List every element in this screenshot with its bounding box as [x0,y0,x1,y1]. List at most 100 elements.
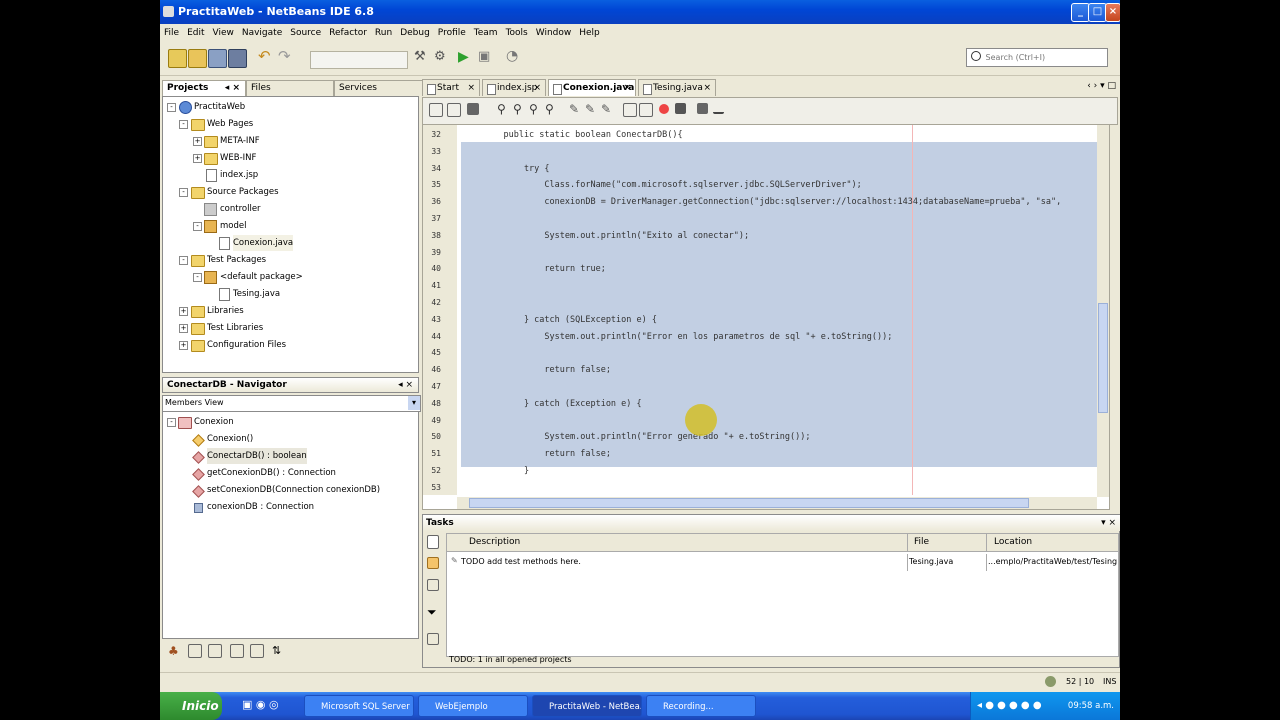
view-icon[interactable] [188,644,202,658]
tree-node-project[interactable]: - PractitaWeb [163,99,413,115]
scroll-thumb[interactable] [1098,303,1108,413]
navigator-close-icon[interactable]: ◂ × [398,378,413,392]
hscroll-thumb[interactable] [469,498,1029,508]
code-editor[interactable]: 32 public static boolean ConectarDB(){33… [422,125,1110,510]
tree-node-conexion-java[interactable]: Conexion.java [163,235,413,251]
nav-member[interactable]: getConexionDB() : Connection [163,465,413,481]
menu-edit[interactable]: Edit [183,24,208,42]
toggle-bookmark-icon[interactable]: ✎ [601,102,618,119]
new-project-icon[interactable] [188,49,207,68]
tab-files[interactable]: Files [246,80,334,96]
run-icon[interactable]: ▶ [458,49,475,66]
menu-debug[interactable]: Debug [396,24,434,42]
comment-icon[interactable] [697,103,708,114]
tree-node-configuration-files[interactable]: + Configuration Files [163,337,413,353]
filter-icon[interactable]: ⏷ [427,605,444,622]
taskbar-button-sql[interactable]: Microsoft SQL Server ... [304,695,414,717]
close-tab-icon[interactable]: × [623,80,631,97]
record-macro-icon[interactable] [659,104,669,114]
all-tasks-icon[interactable] [427,557,439,569]
close-tab-icon[interactable]: × [533,80,541,97]
fields-icon[interactable] [208,644,222,658]
tab-start-page[interactable]: Start Page× [422,79,480,110]
tab-services[interactable]: Services [334,80,424,96]
tab-conexion-java[interactable]: Conexion.java × [548,79,636,96]
vertical-scrollbar[interactable] [1097,125,1109,497]
taskbar-button-netbeans[interactable]: PractitaWeb - NetBea... [532,695,642,717]
minimize-icon[interactable]: ◂ × [225,81,240,96]
column-location[interactable]: Location [994,537,1032,547]
group-icon[interactable] [427,579,439,591]
menu-window[interactable]: Window [532,24,576,42]
tab-nav-icons[interactable]: ‹ › ▾ □ [1087,81,1116,91]
collapse-icon[interactable]: - [179,188,188,197]
redo-icon[interactable]: ↷ [278,49,295,66]
menu-file[interactable]: File [160,24,183,42]
collapse-icon[interactable]: - [167,103,176,112]
toggle-highlight-icon[interactable]: ⚲ [545,102,562,119]
source-history-icon[interactable] [429,103,443,117]
nav-member[interactable]: ConectarDB() : boolean [163,448,413,464]
expand-icon[interactable]: + [179,341,188,350]
static-icon[interactable] [230,644,244,658]
tree-node-source-packages[interactable]: - Source Packages [163,184,413,200]
tray-icons[interactable]: ◂ ● ● ● ● ● [977,692,1042,720]
tree-node-meta-inf[interactable]: + META-INF [163,133,413,149]
collapse-icon[interactable]: - [167,418,176,427]
quick-launch-icons[interactable]: ▣ ◉ ◎ [242,698,279,711]
menu-view[interactable]: View [209,24,238,42]
table-row[interactable]: ✎ TODO add test methods here. Tesing.jav… [447,554,1118,571]
collapse-icon[interactable]: - [179,256,188,265]
close-tab-icon[interactable]: × [703,80,711,97]
column-description[interactable]: Description [469,537,520,547]
undo-icon[interactable]: ↶ [258,49,275,66]
debug-icon[interactable]: ▣ [478,49,495,66]
start-button[interactable]: Inicio [160,692,222,720]
tree-node-test-libraries[interactable]: + Test Libraries [163,320,413,336]
expand-icon[interactable]: + [179,324,188,333]
chevron-down-icon[interactable]: ▾ [408,396,420,410]
menu-tools[interactable]: Tools [502,24,532,42]
tab-tesing-java[interactable]: Tesing.java × [638,79,716,96]
menu-source[interactable]: Source [286,24,325,42]
members-view-select[interactable]: Members View ▾ [162,395,421,412]
save-all-icon[interactable] [228,49,247,68]
menu-profile[interactable]: Profile [434,24,470,42]
next-bookmark-icon[interactable]: ✎ [585,102,602,119]
menu-run[interactable]: Run [371,24,396,42]
open-project-icon[interactable] [208,49,227,68]
nav-member[interactable]: Conexion() [163,431,413,447]
tree-node-web-pages[interactable]: - Web Pages [163,116,413,132]
filter-icon[interactable]: ♣ [168,644,185,661]
settings-icon[interactable] [427,633,439,645]
expand-icon[interactable]: + [179,307,188,316]
nav-class-node[interactable]: - Conexion [163,414,413,430]
tasks-close-icon[interactable]: ▾ × [1101,515,1116,531]
sort-icon[interactable]: ⇅ [272,644,289,661]
notification-icon[interactable] [1045,676,1056,687]
tree-node-index-jsp[interactable]: index.jsp [163,167,413,183]
close-tab-icon[interactable]: × [467,80,475,97]
shift-right-icon[interactable] [639,103,653,117]
menu-refactor[interactable]: Refactor [325,24,371,42]
nav-member[interactable]: conexionDB : Connection [163,499,413,515]
menu-help[interactable]: Help [575,24,604,42]
tree-node-tesing-java[interactable]: Tesing.java [163,286,413,302]
search-input[interactable]: Search (Ctrl+I) [966,48,1108,67]
find-next-icon[interactable]: ⚲ [529,102,546,119]
forward-icon[interactable] [467,103,479,115]
expand-icon[interactable]: + [193,154,202,163]
stop-macro-icon[interactable] [675,103,686,114]
profile-icon[interactable]: ◔ [506,49,523,66]
tree-node-default-package[interactable]: - <default package> [163,269,413,285]
tree-node-model[interactable]: - model [163,218,413,234]
build-icon[interactable]: ⚒ [414,49,431,66]
menu-navigate[interactable]: Navigate [238,24,286,42]
collapse-icon[interactable]: - [179,120,188,129]
collapse-icon[interactable]: - [193,273,202,282]
taskbar-button-webejemplo[interactable]: WebEjemplo [418,695,528,717]
tree-node-web-inf[interactable]: + WEB-INF [163,150,413,166]
configuration-dropdown[interactable] [310,51,408,69]
menu-team[interactable]: Team [470,24,502,42]
find-icon[interactable]: ⚲ [497,102,514,119]
